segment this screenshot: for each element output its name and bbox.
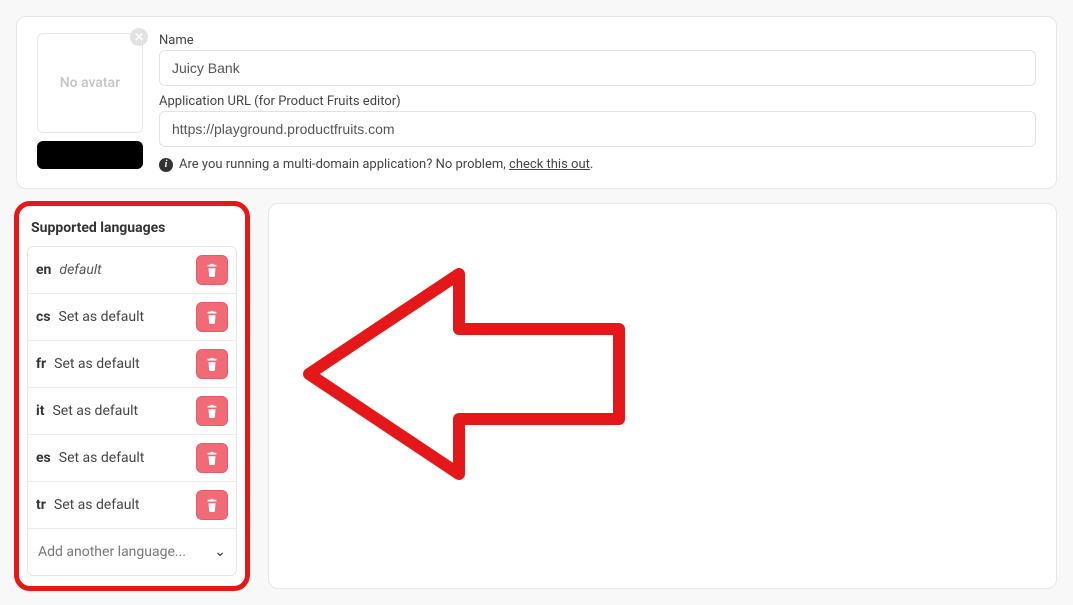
language-row-left: en default xyxy=(36,262,102,278)
set-as-default-link[interactable]: Set as default xyxy=(59,309,145,325)
language-row: en default xyxy=(28,247,236,294)
avatar-upload-button[interactable] xyxy=(37,141,143,169)
annotation-arrow xyxy=(299,254,639,494)
delete-language-button[interactable] xyxy=(196,490,228,520)
delete-language-button[interactable] xyxy=(196,396,228,426)
helper-row: i Are you running a multi-domain applica… xyxy=(159,157,1036,172)
language-row-left: tr Set as default xyxy=(36,497,139,513)
name-label: Name xyxy=(159,33,1036,48)
language-row: fr Set as default xyxy=(28,341,236,388)
avatar-placeholder-text: No avatar xyxy=(60,75,120,91)
add-language-dropdown[interactable]: Add another language... ⌄ xyxy=(28,529,236,575)
languages-list: en default cs Set as default fr Set as defa… xyxy=(27,246,237,576)
language-code: it xyxy=(36,403,44,419)
application-url-input[interactable] xyxy=(159,111,1036,147)
delete-language-button[interactable] xyxy=(196,349,228,379)
main-content-area xyxy=(268,203,1057,589)
delete-language-button[interactable] xyxy=(196,302,228,332)
language-row: it Set as default xyxy=(28,388,236,435)
avatar-placeholder: No avatar ✕ xyxy=(37,33,143,133)
language-code: en xyxy=(36,262,51,278)
language-row-left: it Set as default xyxy=(36,403,138,419)
add-language-placeholder: Add another language... xyxy=(38,544,186,560)
set-as-default-link[interactable]: Set as default xyxy=(59,450,145,466)
supported-languages-card: Supported languages en default cs Set as d… xyxy=(16,203,248,589)
language-row: cs Set as default xyxy=(28,294,236,341)
trash-icon xyxy=(205,263,219,277)
trash-icon xyxy=(205,451,219,465)
delete-language-button[interactable] xyxy=(196,255,228,285)
language-row-left: es Set as default xyxy=(36,450,144,466)
close-icon: ✕ xyxy=(134,31,144,43)
language-row: tr Set as default xyxy=(28,482,236,529)
bottom-row: Supported languages en default cs Set as d… xyxy=(16,203,1057,589)
language-code: cs xyxy=(36,309,51,325)
workspace-settings-card: No avatar ✕ Name Application URL (for Pr… xyxy=(16,16,1057,189)
language-code: fr xyxy=(36,356,46,372)
info-icon: i xyxy=(159,158,173,172)
multi-domain-link[interactable]: check this out xyxy=(509,157,590,172)
arrow-left-icon xyxy=(299,254,639,494)
language-row: es Set as default xyxy=(28,435,236,482)
language-row-left: cs Set as default xyxy=(36,309,144,325)
set-as-default-link[interactable]: Set as default xyxy=(54,356,140,372)
trash-icon xyxy=(205,404,219,418)
trash-icon xyxy=(205,310,219,324)
language-code: es xyxy=(36,450,51,466)
set-as-default-link[interactable]: Set as default xyxy=(54,497,140,513)
form-column: Name Application URL (for Product Fruits… xyxy=(159,33,1036,172)
trash-icon xyxy=(205,357,219,371)
set-as-default-link[interactable]: Set as default xyxy=(52,403,138,419)
helper-text: Are you running a multi-domain applicati… xyxy=(179,157,593,172)
url-field-group: Application URL (for Product Fruits edit… xyxy=(159,94,1036,147)
language-code: tr xyxy=(36,497,46,513)
language-row-left: fr Set as default xyxy=(36,356,140,372)
chevron-down-icon: ⌄ xyxy=(214,544,226,560)
language-default-badge: default xyxy=(59,262,101,278)
name-field-group: Name xyxy=(159,33,1036,86)
name-input[interactable] xyxy=(159,50,1036,86)
languages-title: Supported languages xyxy=(31,220,233,236)
avatar-remove-button[interactable]: ✕ xyxy=(130,28,148,46)
url-label: Application URL (for Product Fruits edit… xyxy=(159,94,1036,109)
trash-icon xyxy=(205,498,219,512)
delete-language-button[interactable] xyxy=(196,443,228,473)
avatar-column: No avatar ✕ xyxy=(37,33,143,169)
